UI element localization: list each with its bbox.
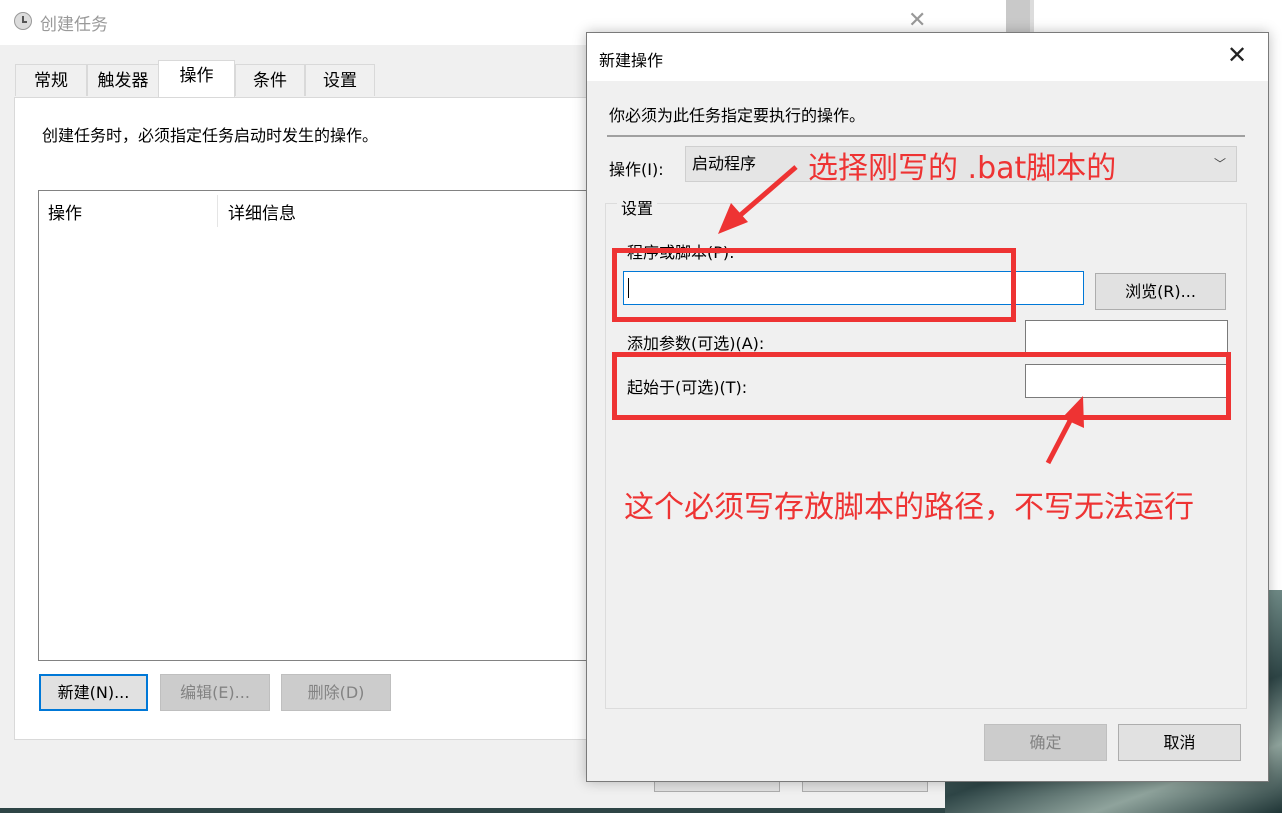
column-divider[interactable] bbox=[217, 195, 218, 227]
delete-action-button[interactable]: 删除(D) bbox=[281, 674, 391, 711]
browse-button[interactable]: 浏览(R)... bbox=[1095, 273, 1226, 310]
args-label: 添加参数(可选)(A): bbox=[627, 334, 765, 353]
cancel-button[interactable]: 取消 bbox=[1118, 724, 1241, 761]
settings-group-title: 设置 bbox=[617, 195, 658, 219]
desktop-wallpaper-strip bbox=[0, 808, 945, 813]
dialog-description: 你必须为此任务指定要执行的操作。 bbox=[609, 106, 866, 125]
tab-settings[interactable]: 设置 bbox=[305, 64, 375, 96]
action-label: 操作(I): bbox=[609, 160, 664, 179]
annotation-box-program bbox=[612, 248, 1016, 322]
column-header-action[interactable]: 操作 bbox=[48, 199, 82, 224]
panel-description: 创建任务时，必须指定任务启动时发生的操作。 bbox=[42, 126, 379, 145]
actions-list[interactable]: 操作 详细信息 bbox=[38, 190, 598, 661]
ok-button-partial[interactable] bbox=[654, 782, 780, 792]
annotation-box-start-in bbox=[612, 352, 1231, 420]
args-input[interactable] bbox=[1025, 320, 1228, 354]
annotation-text-bottom: 这个必须写存放脚本的路径，不写无法运行 bbox=[624, 490, 1194, 525]
window-title: 创建任务 bbox=[40, 15, 108, 35]
new-action-button[interactable]: 新建(N)... bbox=[39, 674, 148, 711]
tab-actions[interactable]: 操作 bbox=[158, 60, 235, 98]
tab-triggers[interactable]: 触发器 bbox=[87, 64, 159, 96]
tab-conditions[interactable]: 条件 bbox=[235, 64, 305, 96]
divider bbox=[607, 135, 1245, 137]
dialog-titlebar: 新建操作 ✕ bbox=[587, 33, 1268, 81]
ok-button[interactable]: 确定 bbox=[984, 724, 1107, 761]
close-icon[interactable]: ✕ bbox=[1227, 41, 1247, 69]
close-icon[interactable]: ✕ bbox=[908, 8, 926, 33]
clock-icon bbox=[14, 12, 32, 30]
annotation-text-top: 选择刚写的 .bat脚本的 bbox=[808, 151, 1117, 186]
action-select-value: 启动程序 bbox=[692, 154, 757, 173]
chevron-down-icon: ﹀ bbox=[1213, 157, 1226, 171]
column-header-details[interactable]: 详细信息 bbox=[228, 199, 296, 224]
cancel-button-partial[interactable] bbox=[802, 782, 928, 792]
tab-general[interactable]: 常规 bbox=[15, 64, 87, 96]
edit-action-button[interactable]: 编辑(E)... bbox=[160, 674, 270, 711]
dialog-title: 新建操作 bbox=[599, 51, 664, 70]
